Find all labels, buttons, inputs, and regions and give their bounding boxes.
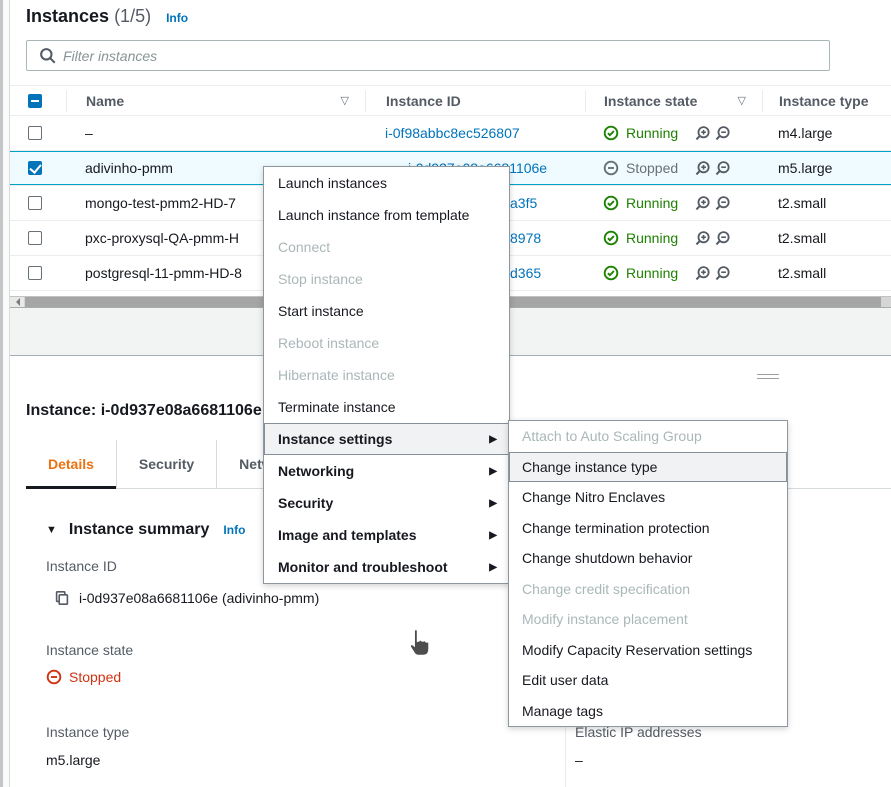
- submenu-arrow-icon: ▶: [489, 530, 497, 541]
- menu-item-stop-instance: Stop instance: [264, 263, 509, 295]
- row-name: –: [66, 125, 365, 141]
- instance-id-value: i-0d937e08a6681106e (adivinho-pmm): [79, 590, 319, 606]
- scroll-left-arrow[interactable]: [10, 297, 24, 307]
- instance-state-text: Running: [626, 230, 678, 246]
- submenu-arrow-icon: ▶: [489, 498, 497, 509]
- instance-state-label: Instance state: [46, 642, 133, 658]
- stopped-status-icon: [603, 160, 619, 176]
- instance-state-text: Stopped: [626, 160, 678, 176]
- zoom-out-icon[interactable]: [714, 265, 731, 282]
- submenu-item-manage-tags[interactable]: Manage tags: [509, 696, 787, 727]
- instance-state-text: Running: [626, 265, 678, 281]
- stopped-status-icon: [46, 669, 62, 685]
- col-header-instance-type[interactable]: Instance type: [762, 90, 891, 112]
- row-checkbox[interactable]: [28, 161, 42, 175]
- menu-item-launch-instance-from-template[interactable]: Launch instance from template: [264, 199, 509, 231]
- select-all-checkbox[interactable]: [28, 94, 42, 108]
- menu-item-launch-instances[interactable]: Launch instances: [264, 167, 509, 199]
- menu-item-image-and-templates[interactable]: Image and templates▶: [264, 519, 509, 551]
- zoom-in-icon[interactable]: [694, 195, 711, 212]
- menu-item-networking[interactable]: Networking▶: [264, 455, 509, 487]
- instance-id-link[interactable]: i-0f98abbc8ec526807: [385, 125, 520, 141]
- copy-icon[interactable]: [54, 590, 70, 606]
- page-title-text: Instances: [26, 6, 109, 26]
- instances-info-link[interactable]: Info: [166, 11, 188, 25]
- menu-item-hibernate-instance: Hibernate instance: [264, 359, 509, 391]
- instance-state-text: Running: [626, 125, 678, 141]
- collapse-triangle-icon[interactable]: ▼: [46, 524, 57, 536]
- menu-item-security[interactable]: Security▶: [264, 487, 509, 519]
- submenu-arrow-icon: ▶: [489, 434, 497, 445]
- col-header-name[interactable]: Name: [86, 93, 124, 109]
- instance-actions-context-menu: Launch instances Launch instance from te…: [263, 166, 510, 584]
- instance-summary-section-header: ▼ Instance summary Info: [46, 521, 245, 539]
- submenu-item-change-credit-specification: Change credit specification: [509, 574, 787, 605]
- search-icon: [39, 47, 57, 65]
- zoom-out-icon[interactable]: [714, 195, 731, 212]
- submenu-item-attach-to-auto-scaling-group: Attach to Auto Scaling Group: [509, 421, 787, 452]
- sort-icon-name[interactable]: ▽: [341, 94, 349, 107]
- table-header-row: Name ▽ Instance ID Instance state ▽ Inst…: [10, 85, 891, 116]
- sort-icon-instance-state[interactable]: ▽: [738, 94, 746, 107]
- filter-instances-searchbox[interactable]: [26, 40, 830, 71]
- menu-item-terminate-instance[interactable]: Terminate instance: [264, 391, 509, 423]
- zoom-out-icon[interactable]: [714, 160, 731, 177]
- submenu-item-change-instance-type[interactable]: Change instance type: [509, 452, 787, 483]
- instance-type-value: m5.large: [46, 752, 100, 768]
- col-header-instance-state[interactable]: Instance state: [604, 93, 697, 109]
- zoom-out-icon[interactable]: [714, 230, 731, 247]
- tab-details[interactable]: Details: [26, 440, 116, 488]
- table-row[interactable]: – i-0f98abbc8ec526807 Running m4.large: [10, 116, 891, 151]
- row-checkbox[interactable]: [28, 126, 42, 140]
- submenu-item-modify-instance-placement: Modify instance placement: [509, 604, 787, 635]
- submenu-item-modify-capacity-reservation-settings[interactable]: Modify Capacity Reservation settings: [509, 635, 787, 666]
- instance-count: (1/5): [114, 6, 151, 26]
- zoom-in-icon[interactable]: [694, 125, 711, 142]
- row-checkbox[interactable]: [28, 231, 42, 245]
- tab-security[interactable]: Security: [116, 440, 216, 488]
- elastic-ip-value: –: [575, 752, 583, 768]
- details-panel-title: Instance: i-0d937e08a6681106e: [26, 402, 262, 420]
- row-checkbox[interactable]: [28, 266, 42, 280]
- submenu-item-change-nitro-enclaves[interactable]: Change Nitro Enclaves: [509, 482, 787, 513]
- submenu-arrow-icon: ▶: [489, 466, 497, 477]
- instance-type-text: m5.large: [762, 160, 891, 176]
- zoom-in-icon[interactable]: [694, 265, 711, 282]
- running-status-icon: [603, 265, 619, 281]
- zoom-out-icon[interactable]: [714, 125, 731, 142]
- submenu-item-change-termination-protection[interactable]: Change termination protection: [509, 513, 787, 544]
- instance-state-text: Running: [626, 195, 678, 211]
- menu-item-monitor-and-troubleshoot[interactable]: Monitor and troubleshoot▶: [264, 551, 509, 583]
- instance-id-label: Instance ID: [46, 558, 117, 574]
- menu-item-instance-settings[interactable]: Instance settings▶: [264, 423, 509, 455]
- search-input[interactable]: [63, 48, 821, 64]
- summary-info-link[interactable]: Info: [223, 523, 245, 537]
- submenu-arrow-icon: ▶: [489, 562, 497, 573]
- running-status-icon: [603, 125, 619, 141]
- instance-settings-submenu: Attach to Auto Scaling Group Change inst…: [508, 420, 788, 727]
- submenu-item-change-shutdown-behavior[interactable]: Change shutdown behavior: [509, 543, 787, 574]
- instance-state-value: Stopped: [69, 669, 121, 685]
- menu-item-connect: Connect: [264, 231, 509, 263]
- ec2-instances-page: Instances (1/5) Info Name ▽ Instance ID …: [0, 0, 891, 787]
- menu-item-start-instance[interactable]: Start instance: [264, 295, 509, 327]
- zoom-in-icon[interactable]: [694, 230, 711, 247]
- zoom-in-icon[interactable]: [694, 160, 711, 177]
- menu-item-reboot-instance: Reboot instance: [264, 327, 509, 359]
- left-scrollbar-gutter[interactable]: [0, 0, 10, 787]
- instance-type-label: Instance type: [46, 724, 129, 740]
- instance-type-text: t2.small: [762, 230, 891, 246]
- submenu-item-edit-user-data[interactable]: Edit user data: [509, 665, 787, 696]
- running-status-icon: [603, 195, 619, 211]
- instance-type-text: t2.small: [762, 195, 891, 211]
- section-title: Instance summary: [69, 521, 210, 539]
- row-checkbox[interactable]: [28, 196, 42, 210]
- panel-resize-handle[interactable]: [755, 371, 781, 381]
- instance-type-text: t2.small: [762, 265, 891, 281]
- instance-type-text: m4.large: [762, 125, 891, 141]
- col-header-instance-id[interactable]: Instance ID: [365, 90, 585, 112]
- running-status-icon: [603, 230, 619, 246]
- page-title: Instances (1/5) Info: [26, 6, 188, 27]
